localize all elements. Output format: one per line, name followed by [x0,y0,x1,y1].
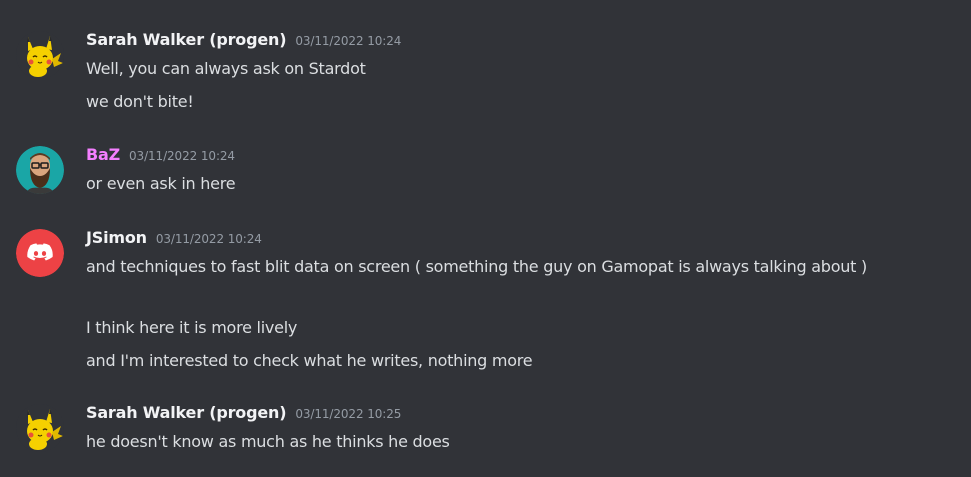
message-text: he doesn't know as much as he thinks he … [86,432,450,451]
bearded-man-avatar-icon[interactable] [16,146,64,194]
discord-default-avatar-icon[interactable] [16,229,64,277]
message-text: and I'm interested to check what he writ… [86,351,533,370]
timestamp[interactable]: 03/11/2022 10:24 [156,232,262,246]
message-text: and techniques to fast blit data on scre… [86,257,867,276]
message-text: we don't bite! [86,92,194,111]
timestamp[interactable]: 03/11/2022 10:24 [129,149,235,163]
timestamp[interactable]: 03/11/2022 10:25 [295,407,401,421]
username[interactable]: BaZ [86,145,120,164]
message-header: BaZ 03/11/2022 10:24 [86,145,235,167]
pikachu-avatar-icon[interactable] [16,404,64,452]
message-text: Well, you can always ask on Stardot [86,59,366,78]
username[interactable]: Sarah Walker (progen) [86,403,287,422]
chat-message-list: Sarah Walker (progen) 03/11/2022 10:24 W… [0,0,971,477]
message-header: JSimon 03/11/2022 10:24 [86,228,262,250]
message-text: or even ask in here [86,174,236,193]
username[interactable]: JSimon [86,228,147,247]
message-text: I think here it is more lively [86,318,298,337]
timestamp[interactable]: 03/11/2022 10:24 [295,34,401,48]
message-header: Sarah Walker (progen) 03/11/2022 10:25 [86,403,401,425]
pikachu-avatar-icon[interactable] [16,31,64,79]
message-header: Sarah Walker (progen) 03/11/2022 10:24 [86,30,401,52]
username[interactable]: Sarah Walker (progen) [86,30,287,49]
